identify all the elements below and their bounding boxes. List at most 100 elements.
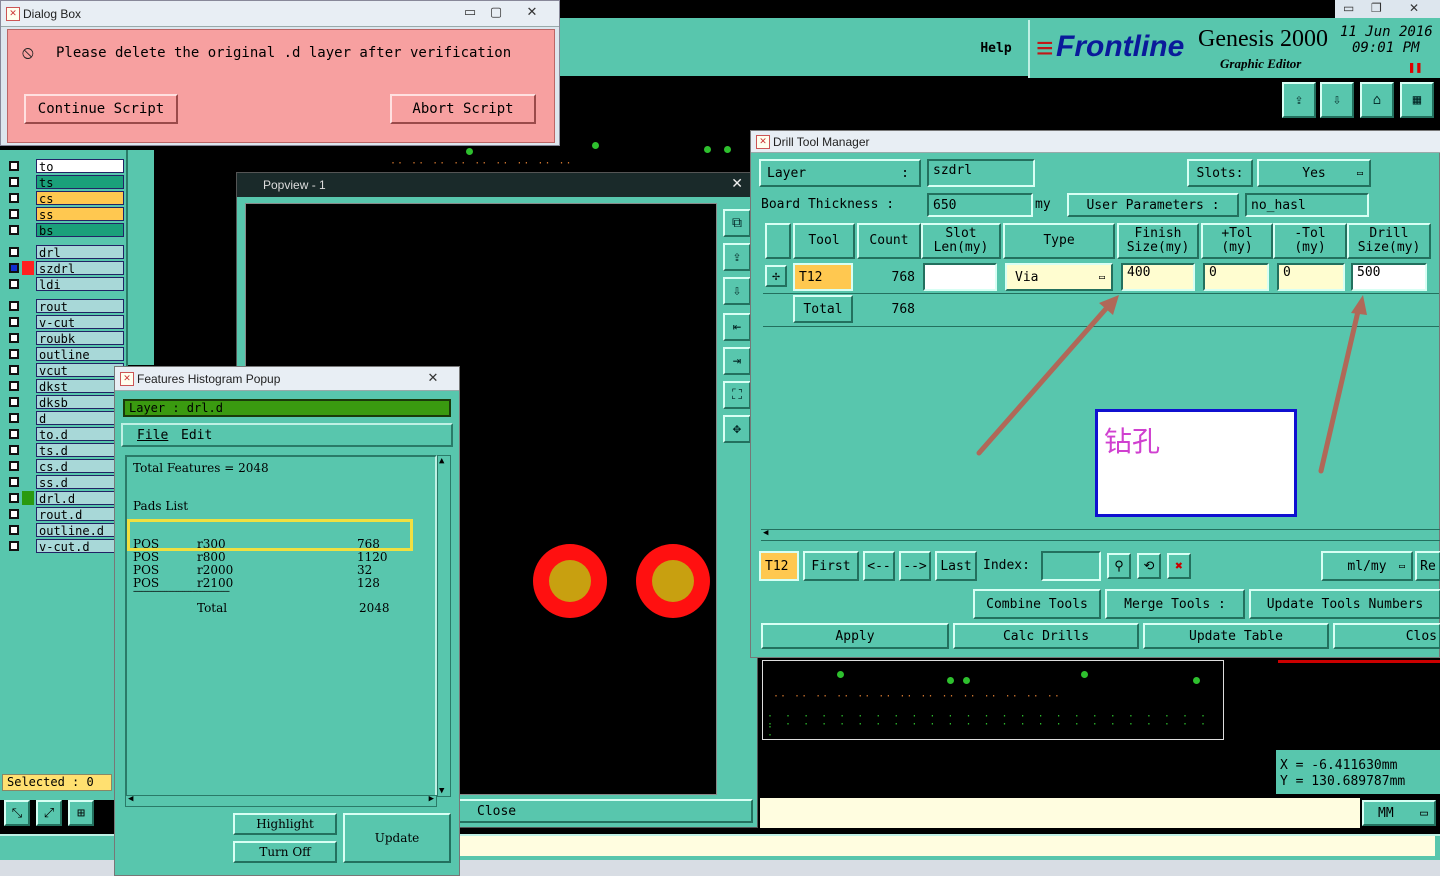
layer-row-cs-d[interactable]: cs.d — [6, 458, 124, 474]
layer-checkbox[interactable] — [9, 262, 19, 273]
combine-tools-button[interactable]: Combine Tools — [973, 589, 1101, 619]
layer-row-drl[interactable]: drl — [6, 244, 124, 260]
layer-row-vcut[interactable]: vcut — [6, 362, 124, 378]
popview-close-icon[interactable]: ✕ — [731, 175, 743, 192]
index-field[interactable] — [1041, 551, 1101, 581]
re-button[interactable]: Re — [1415, 551, 1440, 581]
layer-checkbox[interactable] — [9, 364, 19, 375]
grid-tool-icon[interactable]: ⊞ — [68, 800, 94, 826]
minimize-icon[interactable]: ▭ — [1343, 1, 1354, 15]
zoom-tool-icon[interactable]: ⤡ — [4, 800, 30, 826]
layer-name[interactable]: drl.d — [36, 490, 124, 506]
histogram-hscroll[interactable]: ◀ ▶ — [125, 794, 437, 807]
layer-name[interactable]: outline.d — [36, 522, 124, 538]
highlight-button[interactable]: Highlight — [233, 813, 337, 835]
merge-tools-button[interactable]: Merge Tools : — [1105, 589, 1245, 619]
popview-tool-3-icon[interactable]: ⇩ — [723, 277, 751, 305]
scroll-left-icon[interactable]: ◀ — [128, 794, 133, 804]
apply-button[interactable]: Apply — [761, 623, 949, 649]
layer-name[interactable]: ts.d — [36, 442, 124, 458]
layer-row-ss[interactable]: ss — [6, 206, 124, 222]
layer-checkbox[interactable] — [9, 316, 19, 327]
layer-name[interactable]: v-cut.d — [36, 538, 124, 554]
menu-file[interactable]: File — [137, 428, 168, 443]
layer-row-roubk[interactable]: roubk — [6, 330, 124, 346]
layout-icon[interactable]: ▦ — [1400, 82, 1434, 118]
layer-name[interactable]: ldi — [36, 276, 124, 292]
layer-checkbox[interactable] — [9, 380, 19, 391]
scroll-up-icon[interactable]: ▲ — [439, 456, 444, 466]
restore-icon[interactable]: ❐ — [1371, 1, 1382, 15]
layer-checkbox[interactable] — [9, 460, 19, 471]
update-button[interactable]: Update — [343, 813, 451, 863]
layer-name[interactable]: szdrl — [36, 260, 124, 276]
drill-hscroll[interactable]: ◀ — [761, 528, 1440, 541]
layer-checkbox[interactable] — [9, 332, 19, 343]
layer-checkbox[interactable] — [9, 300, 19, 311]
menu-edit[interactable]: Edit — [181, 428, 212, 443]
layer-name[interactable]: roubk — [36, 330, 124, 346]
layer-name[interactable]: ss.d — [36, 474, 124, 490]
measure-tool-icon[interactable]: ⤢ — [36, 800, 62, 826]
layer-checkbox[interactable] — [9, 508, 19, 519]
import-icon[interactable]: ⇩ — [1320, 82, 1354, 118]
calc-drills-button[interactable]: Calc Drills — [953, 623, 1139, 649]
dialog-maximize-icon[interactable]: ▢ — [483, 3, 509, 21]
layer-row-d[interactable]: d — [6, 410, 124, 426]
close-button[interactable]: Clos — [1333, 623, 1440, 649]
continue-script-button[interactable]: Continue Script — [24, 94, 178, 124]
layer-checkbox[interactable] — [9, 524, 19, 535]
popview-pan-icon[interactable]: ✥ — [723, 415, 751, 443]
update-tools-numbers-button[interactable]: Update Tools Numbers — [1249, 589, 1440, 619]
layer-checkbox[interactable] — [9, 278, 19, 289]
popview-fit-icon[interactable]: ⛶ — [723, 381, 751, 409]
layer-name[interactable]: ts — [36, 174, 124, 190]
popview-tool-2-icon[interactable]: ⇪ — [723, 243, 751, 271]
layer-row-dksb[interactable]: dksb — [6, 394, 124, 410]
layer-checkbox[interactable] — [9, 476, 19, 487]
first-button[interactable]: First — [803, 551, 859, 581]
layer-checkbox[interactable] — [9, 160, 19, 171]
layer-name[interactable]: bs — [36, 222, 124, 238]
layer-name[interactable]: vcut — [36, 362, 124, 378]
layer-name[interactable]: d — [36, 410, 124, 426]
help-button[interactable]: Help — [970, 24, 1022, 72]
histogram-vscroll[interactable]: ▲ ▼ — [437, 455, 451, 797]
delete-tool-icon[interactable]: ✖ — [1167, 553, 1191, 579]
layer-name[interactable]: rout.d — [36, 506, 124, 522]
layer-row-drl-d[interactable]: drl.d — [6, 490, 124, 506]
units-nav-dropdown[interactable]: ml/my ▭ — [1321, 551, 1413, 581]
layer-name[interactable]: cs — [36, 190, 124, 206]
layer-checkbox[interactable] — [9, 428, 19, 439]
layer-row-to[interactable]: to — [6, 158, 124, 174]
units-dropdown[interactable]: MM ▭ — [1362, 800, 1436, 826]
layer-name[interactable]: outline — [36, 346, 124, 362]
layer-checkbox[interactable] — [9, 492, 19, 503]
drill-scroll-left-icon[interactable]: ◀ — [763, 528, 768, 538]
histogram-close-icon[interactable]: ✕ — [411, 369, 455, 387]
scroll-right-icon[interactable]: ▶ — [429, 794, 434, 804]
layer-name[interactable]: dkst — [36, 378, 124, 394]
layer-checkbox[interactable] — [9, 412, 19, 423]
layer-row-bs[interactable]: bs — [6, 222, 124, 238]
layer-checkbox[interactable] — [9, 396, 19, 407]
layer-row-ts[interactable]: ts — [6, 174, 124, 190]
layer-row-ldi[interactable]: ldi — [6, 276, 124, 292]
scroll-down-icon[interactable]: ▼ — [439, 786, 444, 796]
layer-row-szdrl[interactable]: szdrl — [6, 260, 124, 276]
layer-name[interactable]: to.d — [36, 426, 124, 442]
abort-script-button[interactable]: Abort Script — [390, 94, 536, 124]
layer-checkbox[interactable] — [9, 208, 19, 219]
layer-checkbox[interactable] — [9, 540, 19, 551]
layer-checkbox[interactable] — [9, 176, 19, 187]
dialog-minimize-icon[interactable]: ▭ — [457, 3, 483, 21]
layer-row-outline-d[interactable]: outline.d — [6, 522, 124, 538]
layer-name[interactable]: dksb — [36, 394, 124, 410]
dialog-close-icon[interactable]: ✕ — [519, 3, 545, 21]
layer-row-v-cut-d[interactable]: v-cut.d — [6, 538, 124, 554]
close-icon[interactable]: ✕ — [1409, 1, 1419, 15]
layer-row-ts-d[interactable]: ts.d — [6, 442, 124, 458]
refresh-tool-icon[interactable]: ⟲ — [1137, 553, 1161, 579]
layer-name[interactable]: v-cut — [36, 314, 124, 330]
layer-name[interactable]: drl — [36, 244, 124, 260]
